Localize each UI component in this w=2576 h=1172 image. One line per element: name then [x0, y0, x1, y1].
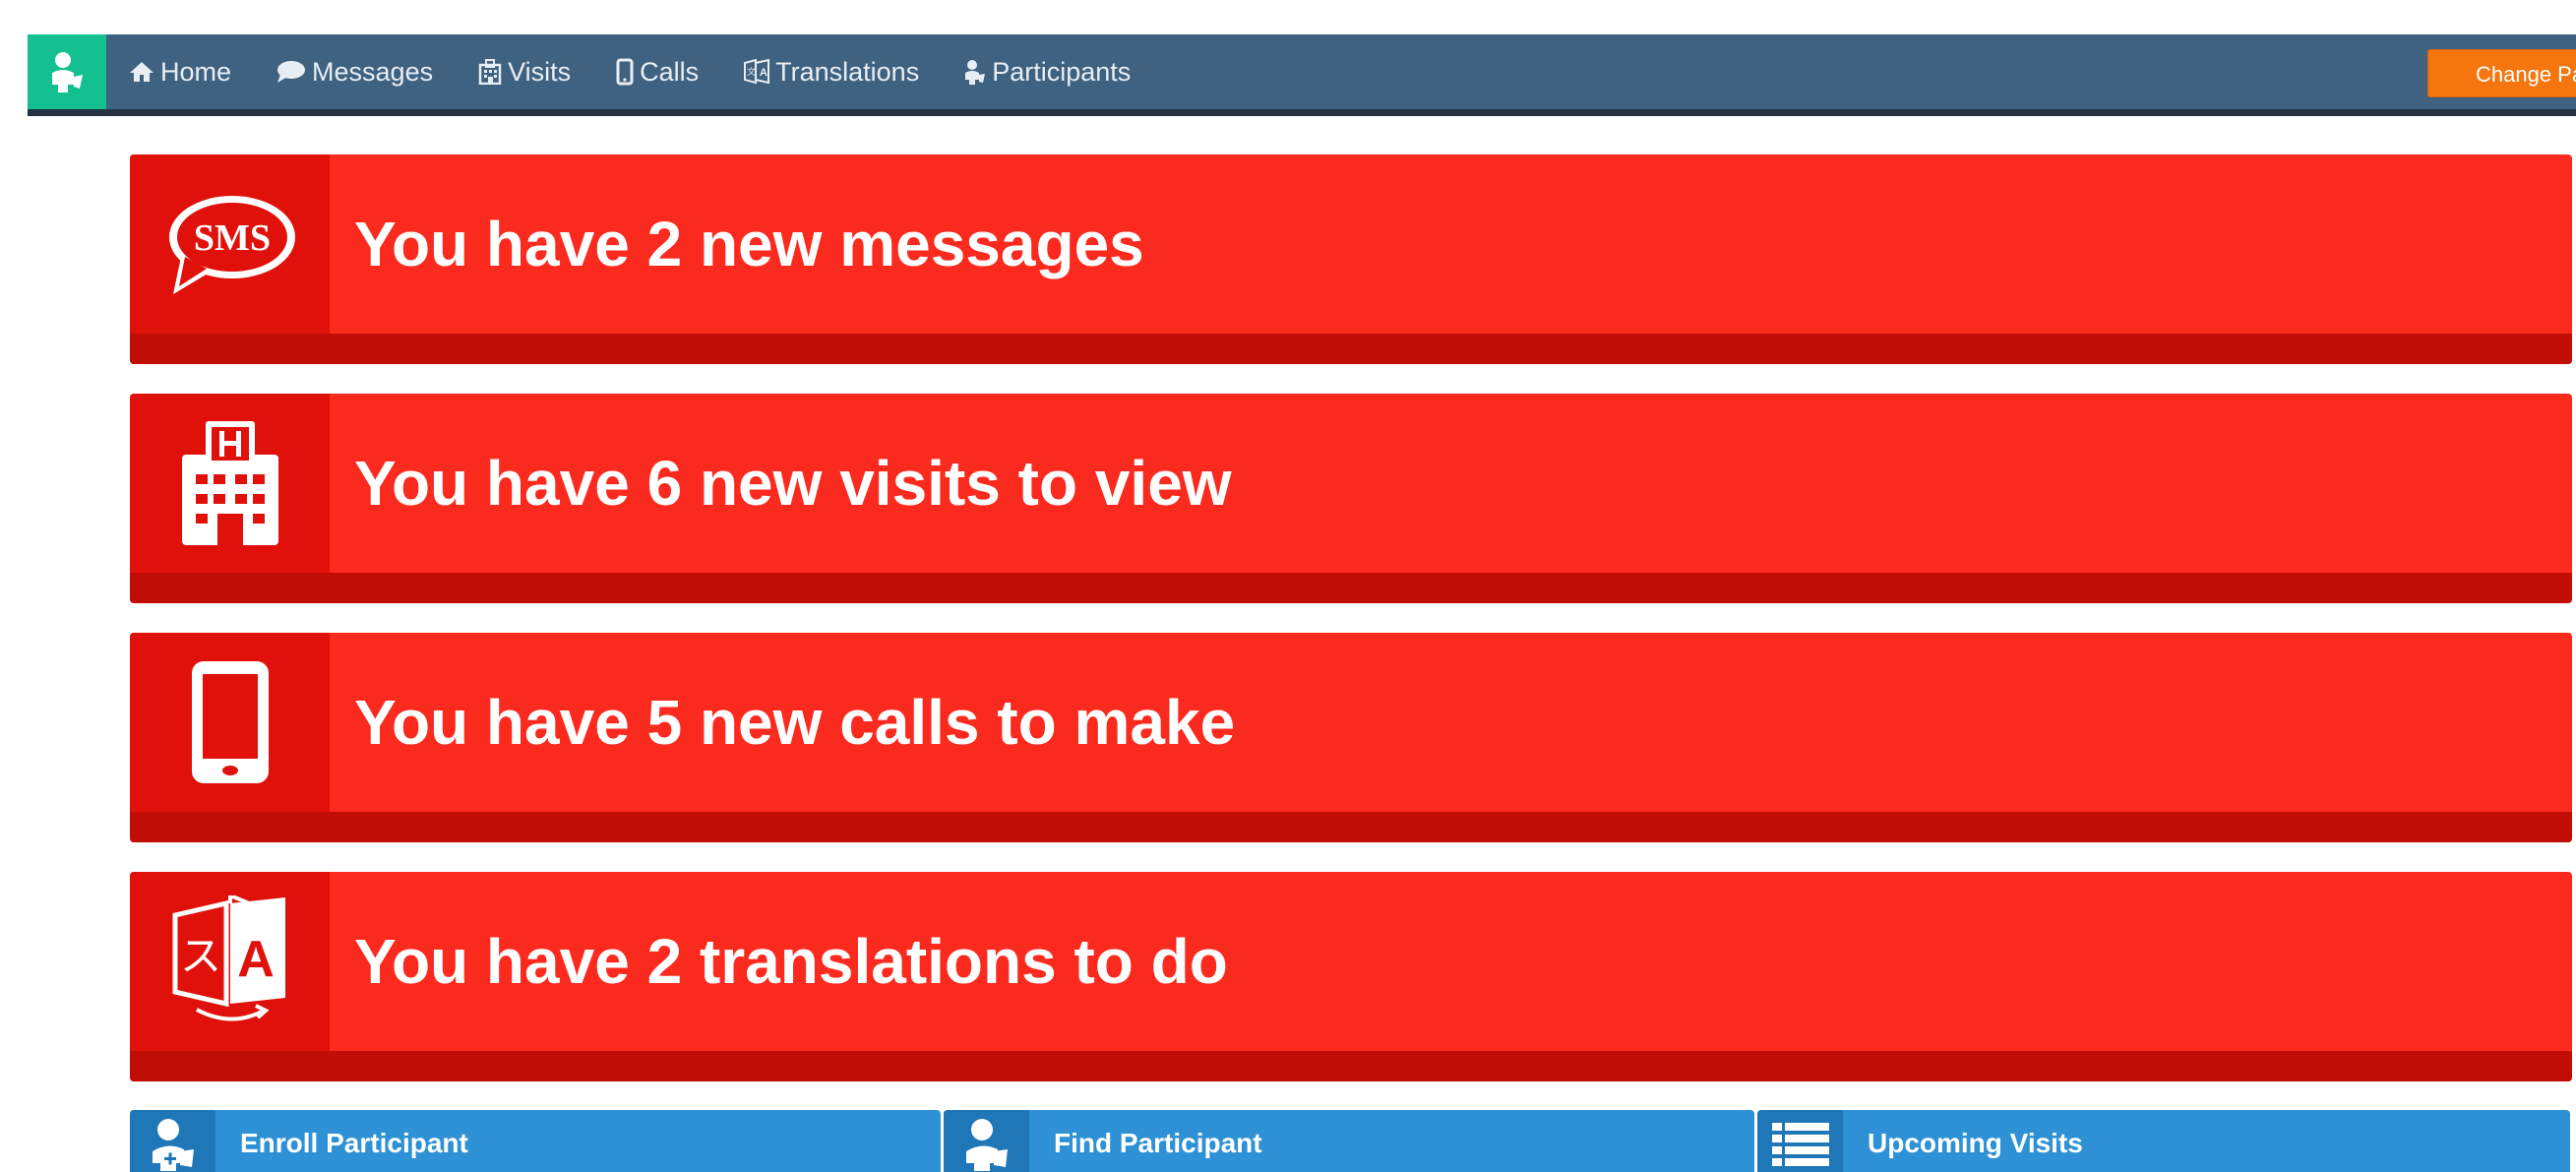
list-icon	[1771, 1123, 1829, 1166]
hospital-icon	[478, 59, 502, 85]
nav-participants-label: Participants	[992, 56, 1132, 87]
mobile-phone-icon	[191, 661, 269, 783]
brand-logo[interactable]	[28, 34, 106, 109]
nav-home[interactable]: Home	[129, 57, 231, 88]
alert-calls-text: You have 5 new calls to make	[354, 687, 1236, 758]
participant-icon	[965, 60, 986, 85]
alert-footer	[130, 1051, 2572, 1081]
tile-enroll-label: Enroll Participant	[240, 1128, 468, 1158]
translate-icon: A 文	[744, 59, 770, 85]
svg-text:A: A	[237, 931, 275, 988]
alert-footer	[130, 573, 2572, 603]
tile-find-participant[interactable]: Find Participant	[944, 1110, 1754, 1172]
alert-footer	[130, 812, 2572, 842]
tile-icon-box	[944, 1110, 1029, 1172]
alert-visits-text: You have 6 new visits to view	[354, 448, 1232, 519]
enroll-participant-icon	[152, 1119, 194, 1171]
nav-translations-label: Translations	[775, 56, 920, 87]
nav-visits[interactable]: Visits	[478, 57, 571, 88]
alert-icon-box	[130, 394, 330, 573]
alert-translations[interactable]: A ス You have 2 translations to do	[130, 872, 2572, 1081]
nav-participants[interactable]: Participants	[964, 57, 1131, 88]
phone-icon	[616, 58, 634, 86]
dashboard-page: Home Messages Visits Calls A 文 Translati…	[0, 0, 2576, 1172]
nav-translations[interactable]: A 文 Translations	[744, 57, 919, 88]
nav-messages-label: Messages	[312, 56, 434, 87]
speech-bubble-icon	[277, 61, 306, 83]
tile-enroll-participant[interactable]: Enroll Participant	[130, 1110, 941, 1172]
alert-new-messages[interactable]: SMS You have 2 new messages	[130, 154, 2572, 364]
tile-upcoming-visits[interactable]: Upcoming Visits	[1757, 1110, 2570, 1172]
alert-icon-box: A ス	[130, 872, 330, 1051]
hospital-icon	[181, 421, 278, 545]
top-navbar: Home Messages Visits Calls A 文 Translati…	[28, 34, 2576, 116]
alert-icon-box	[130, 633, 330, 812]
home-icon	[130, 62, 153, 82]
nav-home-label: Home	[160, 56, 232, 87]
translate-icon: A ス	[172, 895, 285, 1021]
alert-new-calls[interactable]: You have 5 new calls to make	[130, 633, 2572, 842]
svg-text:文: 文	[747, 66, 756, 78]
alert-new-visits[interactable]: You have 6 new visits to view	[130, 394, 2572, 603]
tile-upcoming-label: Upcoming Visits	[1868, 1128, 2083, 1158]
nav-menu: Home Messages Visits Calls A 文 Translati…	[129, 34, 1176, 109]
alert-messages-text: You have 2 new messages	[354, 209, 1144, 279]
tile-find-label: Find Participant	[1054, 1128, 1262, 1158]
nav-messages[interactable]: Messages	[276, 57, 433, 88]
find-participant-icon	[965, 1119, 1008, 1171]
alert-translations-text: You have 2 translations to do	[354, 926, 1228, 997]
change-password-button[interactable]: Change Pass	[2427, 49, 2576, 97]
nav-calls-label: Calls	[640, 56, 700, 87]
alert-footer	[130, 334, 2572, 364]
participant-logo-icon	[52, 52, 83, 93]
svg-text:SMS: SMS	[193, 217, 270, 259]
nav-visits-label: Visits	[508, 56, 572, 87]
tile-icon-box	[1757, 1110, 1843, 1172]
alert-icon-box: SMS	[130, 154, 330, 334]
tile-icon-box	[130, 1110, 215, 1172]
svg-text:ス: ス	[179, 932, 220, 980]
nav-calls[interactable]: Calls	[616, 57, 699, 88]
svg-text:A: A	[760, 67, 767, 79]
sms-icon: SMS	[168, 196, 295, 294]
